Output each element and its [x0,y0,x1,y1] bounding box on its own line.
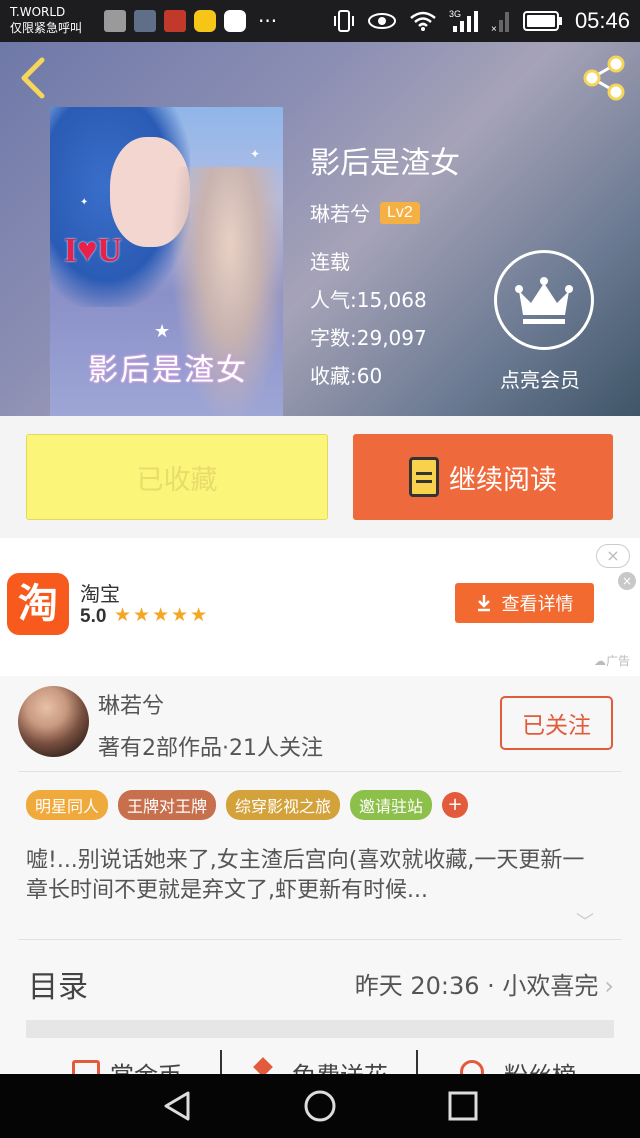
ad-stars: ★★★★★ [114,604,210,626]
vibrate-icon [333,10,354,32]
eye-icon [367,13,396,29]
send-flowers-button[interactable]: 免费送花 [292,1056,388,1074]
latest-chapter-text: 昨天 20:36 · 小欢喜完 [354,972,599,1000]
favorites-label: 收藏: [310,364,357,388]
ad-close-icon[interactable]: × [596,544,630,568]
recents-square-icon[interactable] [446,1089,480,1123]
panda-notification-icon [194,10,216,32]
vip-label[interactable]: 点亮会员 [500,364,580,393]
author-line: 琳若兮 Lv2 [310,198,420,227]
action-buttons: 已收藏 继续阅读 [0,416,640,538]
svg-text:×: × [491,24,497,34]
fans-icon [460,1060,484,1074]
ad-banner[interactable]: × × 淘 淘宝 5.0 ★★★★★ 查看详情 ☁广告 [0,538,640,676]
news-notification-icon [164,10,186,32]
emergency-text: 仅限紧急呼叫 [10,21,83,35]
continue-reading-label: 继续阅读 [449,464,557,496]
more-notifications-icon: ··· [258,9,278,33]
add-tag-icon[interactable]: + [442,792,469,818]
wifi-icon [410,11,436,31]
author-profile-name[interactable]: 琳若兮 [98,688,164,720]
tag-item[interactable]: 综穿影视之旅 [226,790,341,820]
ad-app-name: 淘宝 [80,582,120,606]
signal-3g-icon: 3G [449,9,478,32]
book-status: 连载 [310,250,350,274]
book-cover[interactable]: ★ ✦ ✦ I♥U 影后是渣女 [50,107,283,416]
tag-item[interactable]: 明星同人 [26,790,109,820]
back-icon[interactable] [14,54,54,102]
crown-icon [515,277,573,324]
ad-rating: 5.0 [80,606,107,627]
gift-icon [72,1060,100,1074]
author-name[interactable]: 琳若兮 [310,198,370,227]
author-section: 琳若兮 著有2部作品·21人关注 已关注 明星同人 王牌对王牌 综穿影视之旅 邀… [0,676,640,1074]
cover-title: 影后是渣女 [88,353,248,388]
qq-notification-icon [224,10,246,32]
favorites: 收藏:60 [310,360,382,389]
tag-list: 明星同人 王牌对王牌 综穿影视之旅 邀请驻站 + [26,790,469,820]
bottom-actions: 赏金币 免费送花 粉丝榜 [0,1046,640,1074]
no-sim-signal-icon: × [491,12,509,34]
taobao-logo-icon: 淘 [7,573,69,635]
carrier-info: T.WORLD 仅限紧急呼叫 [10,4,82,36]
toc-title[interactable]: 目录 [28,962,88,1006]
share-icon[interactable] [580,54,628,102]
fan-ranking-button[interactable]: 粉丝榜 [504,1056,576,1074]
download-icon [477,595,490,612]
system-nav-bar [0,1074,640,1138]
flower-icon [253,1057,273,1074]
level-badge: Lv2 [380,201,420,224]
favorited-button[interactable]: 已收藏 [26,434,328,520]
continue-reading-button[interactable]: 继续阅读 [353,434,613,520]
divider [18,771,622,772]
ad-details-button[interactable]: 查看详情 [455,583,594,623]
favorites-value: 60 [356,364,383,388]
book-header: ★ ✦ ✦ I♥U 影后是渣女 影后是渣女 琳若兮 Lv2 连载 人气:15,0… [0,42,640,416]
tip-coins-button[interactable]: 赏金币 [110,1056,182,1074]
carrier-name: T.WORLD [10,5,66,19]
word-count: 字数:29,097 [310,322,427,351]
system-status: 3G × 05:46 [333,8,630,34]
author-avatar[interactable] [18,686,89,757]
divider [18,939,622,940]
book-description[interactable]: 嘘!...别说话她来了,女主渣后宫向(喜欢就收藏,一天更新一章长时间不更就是弃文… [26,846,606,906]
tag-item[interactable]: 邀请驻站 [350,790,433,820]
vip-button[interactable] [494,250,594,350]
separator [220,1050,222,1074]
app-notification-icon [104,10,126,32]
book-icon [409,457,439,497]
expand-chevron-icon[interactable]: ﹀ [576,908,594,934]
network-type: 3G [449,9,461,19]
clock: 05:46 [574,8,630,33]
home-circle-icon[interactable] [303,1089,337,1123]
section-separator [26,1020,614,1038]
ad-dismiss-icon[interactable]: × [618,572,636,590]
separator [416,1050,418,1074]
cover-text: I♥U [64,232,122,269]
word-count-label: 字数: [310,326,357,350]
notification-icons: ··· [104,10,277,32]
tag-item[interactable]: 王牌对王牌 [118,790,217,820]
ad-tag: ☁广告 [593,654,630,668]
back-triangle-icon[interactable] [160,1089,194,1123]
popularity: 人气:15,068 [310,284,427,313]
word-count-value: 29,097 [356,326,427,350]
author-stats: 著有2部作品·21人关注 [98,736,323,761]
ad-details-label: 查看详情 [501,594,574,615]
status-bar: T.WORLD 仅限紧急呼叫 ··· 3G × 05:46 [0,0,640,42]
chevron-right-icon: › [604,972,614,1000]
popularity-value: 15,068 [356,288,427,312]
follow-button[interactable]: 已关注 [500,696,613,750]
gallery-notification-icon [134,10,156,32]
toc-latest-chapter[interactable]: 昨天 20:36 · 小欢喜完 › [355,966,614,1001]
book-title: 影后是渣女 [310,146,460,181]
popularity-label: 人气: [310,288,357,312]
battery-icon [522,11,562,31]
